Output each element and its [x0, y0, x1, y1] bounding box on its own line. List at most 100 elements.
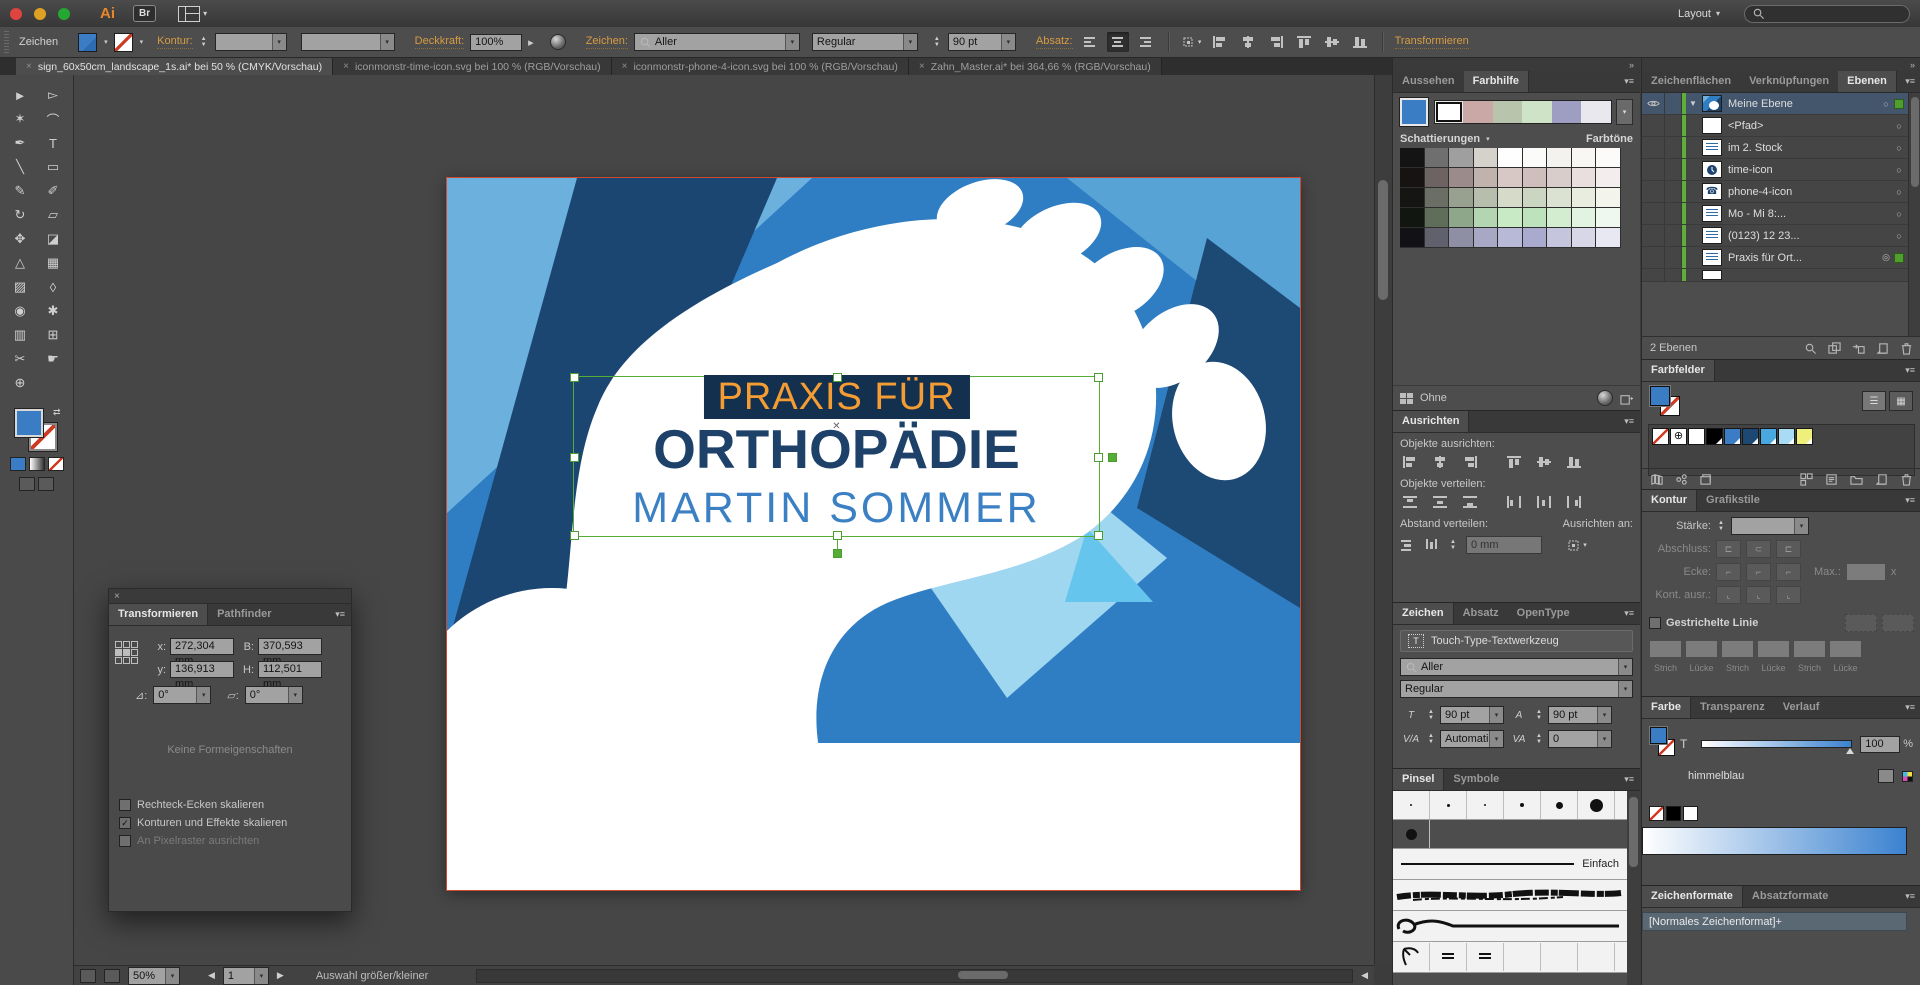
- tab-absatz[interactable]: Absatz: [1454, 603, 1508, 624]
- base-color-chip[interactable]: [1400, 98, 1428, 126]
- swatch[interactable]: [1552, 101, 1582, 123]
- char-font-style-select[interactable]: Regular▾: [1400, 680, 1633, 698]
- swatch[interactable]: [1572, 188, 1597, 208]
- tab-opentype[interactable]: OpenType: [1508, 603, 1579, 624]
- tab-farbfelder[interactable]: Farbfelder: [1642, 360, 1715, 381]
- tab-zeichenformate[interactable]: Zeichenformate: [1642, 886, 1743, 907]
- layer-row-praxis[interactable]: Praxis für Ort... ◎: [1642, 247, 1909, 269]
- swatch[interactable]: [1596, 208, 1621, 228]
- gradient-tool[interactable]: ▨: [4, 275, 37, 299]
- zoom-level-select[interactable]: 50%▾: [128, 967, 180, 985]
- height-input[interactable]: 112,501 mm: [258, 661, 322, 678]
- dashed-line-checkbox[interactable]: [1649, 617, 1661, 629]
- swatch[interactable]: [1572, 148, 1597, 168]
- draw-mode-button[interactable]: [19, 477, 35, 491]
- target-circle-icon[interactable]: ○: [1891, 143, 1907, 153]
- artboard-nav-icon-2[interactable]: [104, 969, 120, 983]
- distribute-top-icon[interactable]: [1402, 495, 1418, 509]
- width-input[interactable]: 370,593 mm: [258, 638, 322, 655]
- tracking-stepper[interactable]: ▲▼: [1534, 733, 1544, 745]
- layer-row-hours[interactable]: Mo - Mi 8:... ○: [1642, 203, 1909, 225]
- paintbrush-tool[interactable]: ✎: [4, 179, 37, 203]
- visibility-eye-icon[interactable]: [1642, 93, 1665, 114]
- align-vertical-bottom-button[interactable]: [1349, 32, 1371, 52]
- collapse-dock-icon[interactable]: »: [1642, 58, 1920, 72]
- swatch[interactable]: [1572, 208, 1597, 228]
- color-spectrum-bar[interactable]: [1642, 827, 1907, 855]
- align-bottom-icon[interactable]: [1566, 455, 1582, 469]
- align-to-selection-icon[interactable]: ▾: [1566, 535, 1588, 555]
- layer-row-stock[interactable]: im 2. Stock ○: [1642, 137, 1909, 159]
- visibility-cell[interactable]: [1642, 115, 1665, 136]
- swatch[interactable]: [1498, 208, 1523, 228]
- tab-grafikstile[interactable]: Grafikstile: [1697, 490, 1769, 511]
- kerning-select[interactable]: Automati▾: [1440, 730, 1504, 748]
- lock-cell[interactable]: [1665, 115, 1682, 136]
- zoom-tool[interactable]: ⊕: [4, 371, 37, 395]
- close-tab-icon[interactable]: ×: [622, 61, 628, 72]
- swatch[interactable]: [1474, 188, 1499, 208]
- none-chip[interactable]: [1649, 806, 1664, 821]
- panel-menu-icon[interactable]: ▾≡: [1899, 495, 1920, 506]
- target-circle-active-icon[interactable]: ◎: [1878, 252, 1894, 263]
- tint-value-input[interactable]: 100: [1860, 736, 1900, 753]
- prev-artboard-icon[interactable]: ◀: [208, 970, 215, 981]
- tab-aussehen[interactable]: Aussehen: [1393, 71, 1464, 92]
- swatch-group-icon[interactable]: [1400, 393, 1413, 404]
- layer-row-pfad[interactable]: <Pfad> ○: [1642, 115, 1909, 137]
- swatch[interactable]: [1449, 208, 1474, 228]
- fill-indicator[interactable]: [15, 409, 43, 437]
- expand-triangle-icon[interactable]: ▼: [1686, 99, 1700, 108]
- lock-cell[interactable]: [1665, 159, 1682, 180]
- tab-verlauf[interactable]: Verlauf: [1774, 697, 1829, 718]
- doc-tab-2[interactable]: ×iconmonstr-time-icon.svg bei 100 % (RGB…: [333, 58, 612, 75]
- swatch[interactable]: [1523, 188, 1548, 208]
- new-color-group-icon[interactable]: [1850, 473, 1863, 486]
- charcoal-brush-row[interactable]: [1393, 880, 1627, 911]
- shades-label[interactable]: Schattierungen: [1400, 133, 1480, 145]
- layer-label[interactable]: time-icon: [1728, 164, 1891, 176]
- panel-menu-icon[interactable]: ▾≡: [1899, 891, 1920, 902]
- artboard-tool[interactable]: ⊞: [37, 323, 70, 347]
- lock-cell[interactable]: [1665, 93, 1682, 114]
- swatch[interactable]: [1652, 428, 1669, 445]
- swatch[interactable]: [1581, 101, 1611, 123]
- stroke-weight-label[interactable]: Kontur:: [157, 35, 192, 49]
- brushes-scrollbar[interactable]: [1627, 791, 1640, 985]
- swatch[interactable]: [1523, 148, 1548, 168]
- panel-menu-icon[interactable]: ▾≡: [1618, 76, 1640, 87]
- black-chip[interactable]: [1666, 806, 1681, 821]
- x-input[interactable]: 272,304 mm: [170, 638, 234, 655]
- swatch[interactable]: [1523, 228, 1548, 248]
- fill-color-chip[interactable]: [78, 33, 97, 52]
- fill-caret[interactable]: ▾: [104, 38, 108, 46]
- swatch[interactable]: [1778, 428, 1795, 445]
- symbol-sprayer-tool[interactable]: ✱: [37, 299, 70, 323]
- align-top-icon[interactable]: [1506, 455, 1522, 469]
- stroke-color-chip[interactable]: [114, 33, 133, 52]
- align-to-selection-dropdown[interactable]: ▾: [1181, 32, 1203, 52]
- screen-mode-button[interactable]: [38, 477, 54, 491]
- locate-object-icon[interactable]: [1804, 342, 1817, 355]
- swatch[interactable]: [1474, 168, 1499, 188]
- blend-tool[interactable]: ◉: [4, 299, 37, 323]
- previous-color-chip[interactable]: [1878, 769, 1894, 783]
- panel-menu-icon[interactable]: ▾≡: [1899, 76, 1920, 87]
- save-to-swatches-icon[interactable]: [1620, 392, 1633, 405]
- selection-color-chip[interactable]: [1894, 99, 1904, 109]
- selection-handle-sw[interactable]: [570, 531, 579, 540]
- selection-handle-w[interactable]: [570, 453, 579, 462]
- artboard-nav-icon-1[interactable]: [80, 969, 96, 983]
- leading-stepper[interactable]: ▲▼: [1534, 709, 1544, 721]
- swatch[interactable]: [1449, 148, 1474, 168]
- swatch[interactable]: [1400, 208, 1425, 228]
- swatch[interactable]: [1596, 188, 1621, 208]
- swatch[interactable]: [1498, 148, 1523, 168]
- canvas-horizontal-scrollbar[interactable]: [476, 969, 1353, 983]
- round-brush-swatch[interactable]: [1467, 791, 1504, 819]
- target-circle-icon[interactable]: ○: [1891, 121, 1907, 131]
- swatch[interactable]: [1547, 188, 1572, 208]
- rectangle-tool[interactable]: ▭: [37, 155, 70, 179]
- zoom-window-button[interactable]: [58, 8, 70, 20]
- mesh-tool[interactable]: ▦: [37, 251, 70, 275]
